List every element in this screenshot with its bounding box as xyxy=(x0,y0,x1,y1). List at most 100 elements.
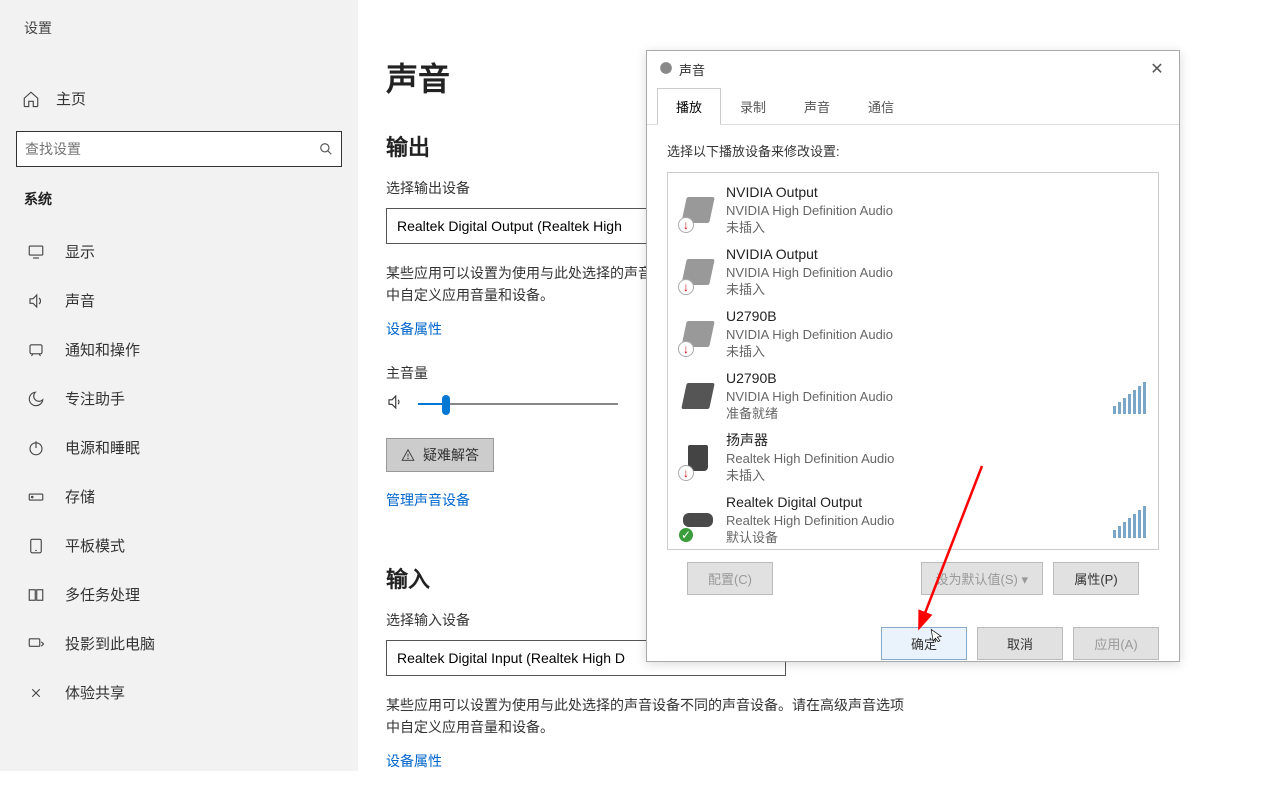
configure-button[interactable]: 配置(C) xyxy=(687,562,773,595)
power-icon xyxy=(27,439,45,457)
sidebar-item-label: 电源和睡眠 xyxy=(65,437,140,458)
category-label: 系统 xyxy=(24,189,346,209)
sidebar-item-tablet[interactable]: 平板模式 xyxy=(12,521,346,570)
device-name: Realtek Digital Output xyxy=(726,493,894,512)
sidebar-item-multitask[interactable]: 多任务处理 xyxy=(12,570,346,619)
sidebar-item-label: 存储 xyxy=(65,486,95,507)
sidebar-item-label: 显示 xyxy=(65,241,95,262)
device-row[interactable]: U2790B NVIDIA High Definition Audio 准备就绪 xyxy=(672,365,1154,427)
device-name: 扬声器 xyxy=(726,431,894,450)
device-row[interactable]: ↓ 扬声器 Realtek High Definition Audio 未插入 xyxy=(672,427,1154,489)
manage-devices-link[interactable]: 管理声音设备 xyxy=(386,490,470,510)
tab-2[interactable]: 声音 xyxy=(785,88,849,125)
device-icon: ↓ xyxy=(680,251,716,293)
device-row[interactable]: ↓ NVIDIA Output NVIDIA High Definition A… xyxy=(672,179,1154,241)
dialog-instruction: 选择以下播放设备来修改设置: xyxy=(667,141,1159,160)
device-props-link-2[interactable]: 设备属性 xyxy=(386,751,442,771)
tab-3[interactable]: 通信 xyxy=(849,88,913,125)
search-input[interactable] xyxy=(25,141,319,157)
storage-icon xyxy=(27,488,45,506)
check-icon: ✓ xyxy=(678,527,694,543)
dialog-title: 声音 xyxy=(679,60,705,79)
close-icon[interactable]: ✕ xyxy=(1147,59,1167,79)
share-icon xyxy=(27,684,45,702)
unplugged-icon: ↓ xyxy=(678,279,694,295)
notify-icon xyxy=(27,341,45,359)
settings-sidebar: 设置 主页 系统 显示声音通知和操作专注助手电源和睡眠存储平板模式多任务处理投影… xyxy=(0,0,358,771)
sidebar-item-notify[interactable]: 通知和操作 xyxy=(12,325,346,374)
sound-icon xyxy=(27,292,45,310)
volume-slider[interactable] xyxy=(418,403,618,405)
device-name: U2790B xyxy=(726,369,893,388)
tab-0[interactable]: 播放 xyxy=(657,88,721,125)
ok-button[interactable]: 确定 xyxy=(881,627,967,660)
dialog-body: 选择以下播放设备来修改设置: ↓ NVIDIA Output NVIDIA Hi… xyxy=(647,125,1179,611)
device-name: U2790B xyxy=(726,307,893,326)
device-icon: ↓ xyxy=(680,189,716,231)
volume-thumb[interactable] xyxy=(442,395,450,415)
device-name: NVIDIA Output xyxy=(726,183,893,202)
sidebar-item-label: 投影到此电脑 xyxy=(65,633,155,654)
device-props-link[interactable]: 设备属性 xyxy=(386,319,442,339)
device-icon xyxy=(680,375,716,417)
device-driver: NVIDIA High Definition Audio xyxy=(726,388,893,406)
input-desc: 某些应用可以设置为使用与此处选择的声音设备不同的声音设备。请在高级声音选项中自定… xyxy=(386,694,916,739)
set-default-button[interactable]: 设为默认值(S) ▾ xyxy=(921,562,1043,595)
sound-dialog: 声音 ✕ 播放录制声音通信 选择以下播放设备来修改设置: ↓ NVIDIA Ou… xyxy=(646,50,1180,662)
sidebar-item-project[interactable]: 投影到此电脑 xyxy=(12,619,346,668)
cancel-button[interactable]: 取消 xyxy=(977,627,1063,660)
sidebar-item-label: 多任务处理 xyxy=(65,584,140,605)
level-meter xyxy=(1113,378,1146,414)
device-status: 未插入 xyxy=(726,281,893,299)
tablet-icon xyxy=(27,537,45,555)
device-name: NVIDIA Output xyxy=(726,245,893,264)
device-icon: ↓ xyxy=(680,313,716,355)
dialog-titlebar[interactable]: 声音 ✕ xyxy=(647,51,1179,87)
dialog-icon xyxy=(659,61,673,78)
sidebar-item-power[interactable]: 电源和睡眠 xyxy=(12,423,346,472)
properties-button[interactable]: 属性(P) xyxy=(1053,562,1139,595)
display-icon xyxy=(27,243,45,261)
search-icon xyxy=(319,142,333,156)
app-title: 设置 xyxy=(24,18,346,38)
device-row[interactable]: ↓ NVIDIA Output NVIDIA High Definition A… xyxy=(672,241,1154,303)
device-list[interactable]: ↓ NVIDIA Output NVIDIA High Definition A… xyxy=(667,172,1159,550)
unplugged-icon: ↓ xyxy=(678,217,694,233)
home-nav[interactable]: 主页 xyxy=(12,78,346,119)
search-input-wrap[interactable] xyxy=(16,131,342,167)
troubleshoot-label: 疑难解答 xyxy=(423,445,479,465)
project-icon xyxy=(27,635,45,653)
focus-icon xyxy=(27,390,45,408)
device-icon: ↓ xyxy=(680,437,716,479)
device-driver: Realtek High Definition Audio xyxy=(726,512,894,530)
device-driver: NVIDIA High Definition Audio xyxy=(726,326,893,344)
multitask-icon xyxy=(27,586,45,604)
level-meter xyxy=(1113,502,1146,538)
device-status: 默认设备 xyxy=(726,529,894,547)
sidebar-item-label: 专注助手 xyxy=(65,388,125,409)
sidebar-item-storage[interactable]: 存储 xyxy=(12,472,346,521)
apply-button[interactable]: 应用(A) xyxy=(1073,627,1159,660)
volume-icon xyxy=(386,393,404,416)
device-status: 未插入 xyxy=(726,219,893,237)
sidebar-item-sound[interactable]: 声音 xyxy=(12,276,346,325)
device-driver: NVIDIA High Definition Audio xyxy=(726,202,893,220)
sidebar-item-focus[interactable]: 专注助手 xyxy=(12,374,346,423)
sidebar-item-label: 通知和操作 xyxy=(65,339,140,360)
device-status: 未插入 xyxy=(726,467,894,485)
dialog-tabs: 播放录制声音通信 xyxy=(647,87,1179,125)
tab-1[interactable]: 录制 xyxy=(721,88,785,125)
unplugged-icon: ↓ xyxy=(678,341,694,357)
device-driver: Realtek High Definition Audio xyxy=(726,450,894,468)
device-row[interactable]: ↓ U2790B NVIDIA High Definition Audio 未插… xyxy=(672,303,1154,365)
device-status: 未插入 xyxy=(726,343,893,361)
sidebar-item-label: 平板模式 xyxy=(65,535,125,556)
device-icon: ✓ xyxy=(680,499,716,541)
device-row[interactable]: ✓ Realtek Digital Output Realtek High De… xyxy=(672,489,1154,550)
sidebar-item-label: 体验共享 xyxy=(65,682,125,703)
device-driver: NVIDIA High Definition Audio xyxy=(726,264,893,282)
sidebar-item-display[interactable]: 显示 xyxy=(12,227,346,276)
cursor-icon xyxy=(928,626,947,649)
troubleshoot-button[interactable]: 疑难解答 xyxy=(386,438,494,472)
sidebar-item-share[interactable]: 体验共享 xyxy=(12,668,346,717)
